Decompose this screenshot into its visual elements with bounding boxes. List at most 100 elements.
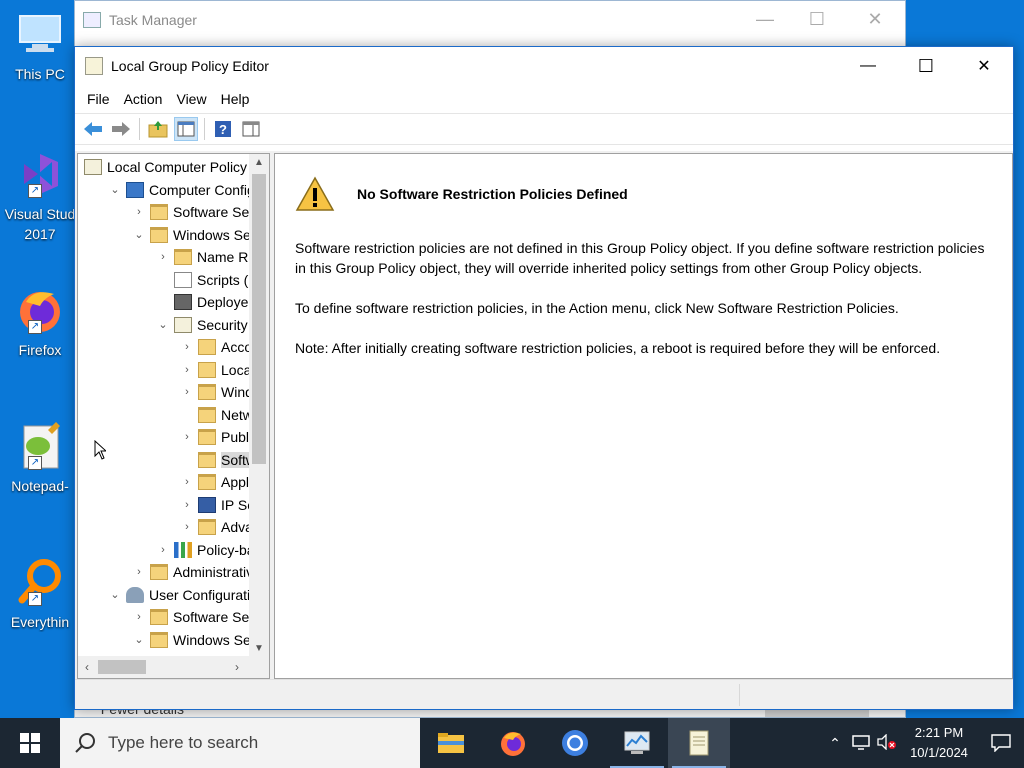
chevron-down-icon[interactable]: ⌄ [108, 183, 122, 196]
message-header: No Software Restriction Policies Defined [295, 176, 992, 212]
volume-muted-icon[interactable] [874, 732, 900, 753]
chevron-right-icon[interactable]: › [180, 431, 194, 443]
desktop-icon-label: Firefox [18, 342, 62, 358]
system-tray: ⌃ 2:21 PM 10/1/2024 [822, 718, 1024, 768]
back-button[interactable] [81, 117, 105, 141]
visual-studio-icon: ↗ [14, 148, 66, 200]
menu-action[interactable]: Action [118, 91, 169, 107]
chevron-right-icon[interactable]: › [180, 521, 194, 533]
desktop-icon-this-pc[interactable]: This PC [4, 8, 76, 84]
folder-icon [150, 564, 168, 580]
shortcut-arrow-icon: ↗ [28, 592, 42, 606]
up-one-level-button[interactable] [146, 117, 170, 141]
tree-node[interactable]: › Policy-based QoS [156, 539, 250, 561]
tree-horizontal-scrollbar[interactable]: ‹ › [78, 656, 269, 678]
tree-node-label: Computer Configuration [149, 181, 250, 198]
chevron-right-icon[interactable]: › [156, 544, 170, 556]
chevron-right-icon[interactable]: › [180, 364, 194, 376]
up-folder-icon [148, 121, 168, 138]
show-hide-action-pane-button[interactable] [239, 117, 263, 141]
script-document-icon [174, 271, 192, 288]
start-button[interactable] [0, 718, 60, 768]
taskbar-app-firefox[interactable] [482, 718, 544, 768]
chevron-right-icon[interactable]: › [180, 476, 194, 488]
tree-node[interactable]: › Software Settings [132, 201, 250, 223]
console-tree-pane[interactable]: Local Computer Policy ⌄ Computer Configura… [77, 153, 270, 679]
minimize-button[interactable]: — [839, 47, 897, 85]
chevron-right-icon[interactable]: › [180, 386, 194, 398]
tree-node[interactable]: › IP Security Policies on Local Computer [180, 494, 250, 516]
desktop-icon-notepad-plus-plus[interactable]: ↗ Notepad- [4, 420, 76, 496]
tree-node[interactable]: › Application Control Policies [180, 471, 250, 493]
task-manager-titlebar[interactable]: Task Manager [75, 1, 905, 39]
tree-node[interactable]: › Administrative Templates [132, 561, 250, 583]
desktop-icon-firefox[interactable]: ↗ Firefox [4, 284, 76, 360]
tree-node[interactable]: › Name Resolution Policy [156, 246, 250, 268]
tree-node[interactable]: ⌄ Windows Settings [132, 629, 250, 651]
maximize-button[interactable]: ☐ [897, 47, 955, 85]
tree-node[interactable]: ⌄ Windows Settings [132, 224, 250, 246]
show-hidden-icons-chevron-icon[interactable]: ⌃ [822, 735, 848, 752]
task-manager-icon [83, 12, 101, 28]
shortcut-arrow-icon: ↗ [28, 320, 42, 334]
chevron-right-icon[interactable]: › [132, 566, 146, 578]
tree-node[interactable]: Network List Manager Policies [180, 404, 250, 426]
chevron-down-icon[interactable]: ⌄ [132, 228, 146, 241]
tree-node-label: Software Settings [173, 609, 250, 625]
system-clock[interactable]: 2:21 PM 10/1/2024 [900, 723, 978, 763]
tree-node[interactable]: ⌄ User Configuration [108, 584, 250, 606]
task-manager-minimize-button[interactable]: — [753, 9, 777, 30]
folder-icon [198, 519, 216, 535]
chevron-right-icon[interactable]: › [132, 611, 146, 623]
tree-node[interactable]: › Windows Defender Firewall [180, 381, 250, 403]
network-icon[interactable] [848, 734, 874, 753]
tree-vertical-scroll-thumb[interactable] [252, 174, 266, 464]
desktop-icon-everything[interactable]: ↗ Everythin [4, 556, 76, 632]
action-center-button[interactable] [978, 718, 1024, 768]
help-button[interactable]: ? [211, 117, 235, 141]
task-manager-maximize-button[interactable]: ☐ [805, 9, 829, 30]
group-policy-editor-window[interactable]: Local Group Policy Editor — ☐ ✕ File Act… [74, 46, 1014, 710]
menu-file[interactable]: File [81, 91, 116, 107]
taskbar-app-group-policy-editor[interactable] [668, 718, 730, 768]
chevron-right-icon[interactable]: › [156, 251, 170, 263]
chevron-right-icon[interactable]: › [180, 341, 194, 353]
tree-node[interactable]: › Local Policies [180, 359, 250, 381]
tree-node[interactable]: Local Computer Policy [84, 156, 247, 178]
taskbar-app-chrome[interactable] [544, 718, 606, 768]
taskbar-app-task-manager[interactable] [606, 718, 668, 768]
menu-view[interactable]: View [170, 91, 212, 107]
chevron-right-icon[interactable]: › [180, 499, 194, 511]
scroll-left-arrow-icon[interactable]: ‹ [78, 656, 96, 678]
window-titlebar[interactable]: Local Group Policy Editor — ☐ ✕ [75, 47, 1013, 85]
tree-node[interactable]: ⌄ Computer Configuration [108, 179, 250, 201]
chevron-down-icon[interactable]: ⌄ [132, 633, 146, 646]
chevron-right-icon[interactable]: › [132, 206, 146, 218]
scroll-up-arrow-icon[interactable]: ▲ [249, 154, 269, 172]
show-hide-console-tree-button[interactable] [174, 117, 198, 141]
task-manager-close-button[interactable]: ✕ [863, 9, 887, 30]
menu-help[interactable]: Help [215, 91, 256, 107]
taskbar-search-box[interactable]: Type here to search [60, 718, 420, 768]
clock-date: 10/1/2024 [910, 745, 968, 760]
scroll-right-arrow-icon[interactable]: › [228, 656, 246, 678]
desktop-icon-label: This PC [15, 66, 65, 82]
tree-node[interactable]: Scripts (Startup/Shutdown) [156, 269, 250, 291]
chevron-down-icon[interactable]: ⌄ [156, 318, 170, 331]
forward-button[interactable] [109, 117, 133, 141]
clock-time: 2:21 PM [914, 725, 964, 740]
tree-node[interactable]: › Public Key Policies [180, 426, 250, 448]
tree-node[interactable]: › Advanced Audit Policy Configuration [180, 516, 250, 538]
taskbar-app-file-explorer[interactable] [420, 718, 482, 768]
tree-node[interactable]: › Software Settings [132, 606, 250, 628]
desktop-icon-visual-studio[interactable]: ↗ Visual Stud 2017 [4, 148, 76, 244]
chevron-down-icon[interactable]: ⌄ [108, 588, 122, 601]
tree-node[interactable]: Deployed Printers [156, 291, 250, 313]
tree-node[interactable]: Software Restriction Policies [180, 449, 250, 471]
tree-vertical-scrollbar[interactable]: ▲ ▼ [249, 154, 269, 658]
tree-node-label: Security Settings [197, 316, 250, 333]
tree-node[interactable]: ⌄ Security Settings [156, 314, 250, 336]
tree-horizontal-scroll-thumb[interactable] [98, 660, 146, 674]
close-button[interactable]: ✕ [955, 47, 1013, 85]
tree-node[interactable]: › Account Policies [180, 336, 250, 358]
